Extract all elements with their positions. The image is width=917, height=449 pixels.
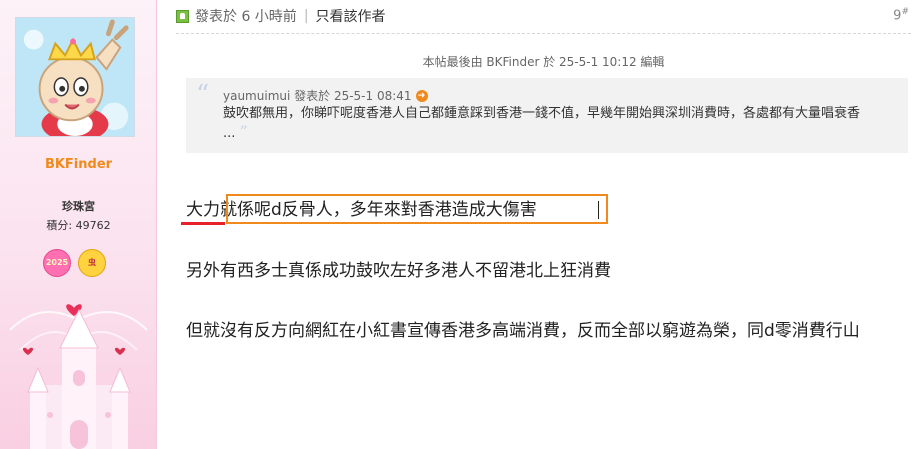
quote-author-time: yaumuimui 發表於 25-5-1 08:41 [223, 89, 412, 103]
avatar-cartoon-image [16, 18, 134, 136]
author-username[interactable]: BKFinder [0, 157, 157, 172]
annotation-underline [181, 222, 225, 225]
avatar[interactable] [15, 17, 135, 137]
quote-body: 鼓吹都無用，你睇吓呢度香港人自己都鍾意踩到香港一錢不值，早幾年開始興深圳消費時，… [223, 106, 861, 141]
annotation-box [226, 194, 608, 224]
medal-2025-icon[interactable]: 2025 [43, 249, 71, 277]
author-points: 積分: 49762 [46, 219, 111, 232]
medal-bug-icon[interactable]: 虫 [78, 249, 106, 277]
quote-close-icon: ” [239, 122, 248, 141]
quote-meta: yaumuimui 發表於 25-5-1 08:41 ➜ [223, 87, 428, 104]
floor-number[interactable]: 9# [893, 7, 909, 23]
header-divider [176, 33, 911, 34]
online-status-icon [176, 9, 189, 23]
posted-time: 發表於 6 小時前 [195, 9, 297, 25]
floor-symbol: # [901, 7, 909, 17]
author-sidebar: BKFinder 珍珠宮 積分: 49762 2025 虫 [0, 0, 157, 449]
castle-decoration-icon [9, 304, 148, 449]
quote-block: “ yaumuimui 發表於 25-5-1 08:41 ➜ 鼓吹都無用，你睇吓… [186, 78, 908, 153]
arrow-right-icon[interactable]: ➜ [415, 89, 428, 102]
paragraph-1-prefix: 大力 [186, 200, 220, 220]
post-header: 發表於 6 小時前 | 只看該作者 [176, 6, 386, 26]
edit-note: 本帖最後由 BKFinder 於 25-5-1 10:12 編輯 [422, 55, 665, 69]
text-cursor [598, 201, 599, 219]
post-paragraph-2: 另外有西多士真係成功鼓吹左好多港人不留港北上狂消費 [186, 261, 611, 281]
author-group: 珍珠宮 [62, 200, 95, 213]
post-paragraph-3: 但就沒有反方向網紅在小紅書宣傳香港多高端消費，反而全部以窮遊為榮，同d零消費行山 [186, 321, 860, 341]
quote-open-icon: “ [196, 80, 210, 110]
header-separator: | [303, 8, 309, 24]
only-author-link[interactable]: 只看該作者 [316, 6, 386, 26]
quote-text: 鼓吹都無用，你睇吓呢度香港人自己都鍾意踩到香港一錢不值，早幾年開始興深圳消費時，… [223, 105, 868, 143]
